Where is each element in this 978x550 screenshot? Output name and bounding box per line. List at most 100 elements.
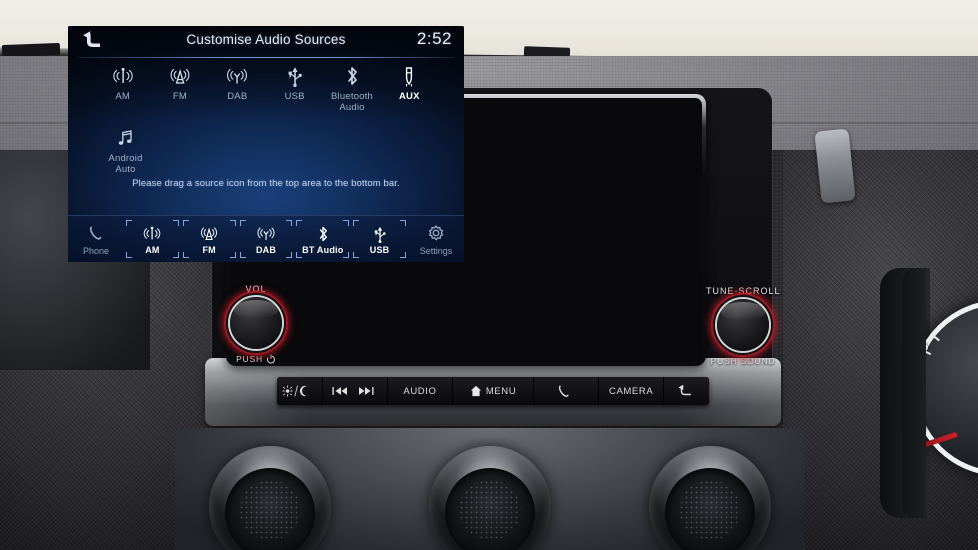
bottom-bar-slot-usb[interactable]: USB bbox=[352, 220, 407, 258]
source-tile-am[interactable]: AM bbox=[94, 64, 151, 102]
corner-bracket bbox=[286, 220, 293, 226]
corner-bracket bbox=[239, 220, 246, 226]
bottom-bar-slot-am[interactable]: AM bbox=[125, 220, 180, 258]
corner-bracket bbox=[343, 220, 350, 226]
back-button[interactable] bbox=[664, 377, 709, 405]
audio-button[interactable]: AUDIO bbox=[387, 377, 453, 405]
bottom-bar-label: Settings bbox=[419, 245, 453, 256]
air-vent-left[interactable] bbox=[209, 446, 331, 550]
corner-bracket bbox=[126, 220, 132, 226]
dashboard-photo: 6 7 8 Customise Audio Sources 2:52 bbox=[0, 0, 978, 550]
source-label: Android Auto bbox=[108, 153, 143, 175]
drag-hint-text: Please drag a source icon from the top a… bbox=[132, 178, 400, 189]
bottom-bar-label: DAB bbox=[255, 244, 277, 255]
vent-mesh bbox=[239, 480, 301, 540]
track-prev-next-icon bbox=[332, 387, 374, 395]
infotainment-screen[interactable]: Customise Audio Sources 2:52 AM FM DAB U… bbox=[68, 26, 464, 262]
page-title: Customise Audio Sources bbox=[186, 32, 346, 47]
source-tile-android-auto[interactable]: Android Auto bbox=[94, 126, 157, 175]
bottom-bar-slot-bt-audio[interactable]: BT Audio bbox=[295, 220, 350, 258]
menu-button[interactable]: MENU bbox=[452, 377, 535, 405]
corner-bracket bbox=[353, 252, 360, 258]
header-divider bbox=[77, 57, 455, 58]
corner-bracket bbox=[239, 252, 246, 258]
corner-bracket bbox=[182, 252, 189, 258]
tune-scroll-knob-label: TUNE·SCROLL bbox=[706, 286, 781, 296]
source-tile-fm[interactable]: FM bbox=[151, 64, 208, 102]
home-icon bbox=[470, 385, 481, 397]
wiper-arm-left bbox=[1, 42, 61, 58]
am-radio-icon bbox=[142, 224, 162, 244]
corner-bracket bbox=[182, 220, 189, 226]
source-grid-row-1: AM FM DAB USB Bluetooth Audio AUX bbox=[94, 64, 438, 113]
music-note-icon bbox=[116, 126, 136, 150]
tacho-tick bbox=[930, 333, 940, 342]
phone-handset-icon bbox=[558, 385, 569, 397]
bottom-bar-label: FM bbox=[202, 244, 216, 255]
gear-icon bbox=[427, 223, 445, 244]
bottom-bar-phone-button[interactable]: Phone bbox=[68, 216, 124, 262]
usb-icon bbox=[372, 224, 388, 244]
vent-mesh bbox=[459, 480, 521, 540]
source-tile-usb[interactable]: USB bbox=[266, 64, 323, 102]
bottom-bar-settings-button[interactable]: Settings bbox=[408, 216, 464, 262]
corner-bracket bbox=[172, 220, 179, 226]
bottom-bar-label: USB bbox=[369, 244, 390, 255]
vent-mesh bbox=[679, 480, 741, 540]
bluetooth-icon bbox=[315, 224, 331, 244]
corner-bracket bbox=[229, 220, 236, 226]
phone-button[interactable] bbox=[534, 377, 600, 405]
push-text: PUSH bbox=[236, 354, 263, 364]
air-vent-center[interactable] bbox=[429, 446, 551, 550]
bluetooth-icon bbox=[343, 64, 361, 88]
bottom-bar-label: AM bbox=[145, 244, 160, 255]
bottom-bar-slot-dab[interactable]: DAB bbox=[239, 220, 294, 258]
dab-radio-icon bbox=[256, 224, 276, 244]
corner-bracket bbox=[399, 252, 406, 258]
hardware-button-label: AUDIO bbox=[403, 385, 437, 397]
cluster-edge-mask bbox=[902, 268, 926, 518]
fm-radio-icon bbox=[199, 224, 219, 244]
corner-bracket bbox=[286, 252, 293, 258]
corner-bracket bbox=[343, 252, 350, 258]
source-label: USB bbox=[284, 91, 305, 102]
aux-jack-icon bbox=[400, 64, 418, 88]
source-tile-aux[interactable]: AUX bbox=[381, 64, 438, 102]
dab-radio-icon bbox=[226, 64, 248, 88]
corner-bracket bbox=[172, 252, 179, 258]
air-vent-right[interactable] bbox=[649, 446, 771, 550]
source-label: Bluetooth Audio bbox=[331, 91, 373, 113]
hardware-button-row: AUDIO MENU CAMERA bbox=[277, 377, 709, 405]
source-grid: AM FM DAB USB Bluetooth Audio AUX Androi… bbox=[68, 64, 464, 175]
source-bottom-bar: Phone AM FM DAB BT Audio USB Settings bbox=[68, 215, 464, 262]
bottom-bar-label: Phone bbox=[82, 245, 110, 256]
power-icon bbox=[266, 354, 275, 364]
usb-icon bbox=[286, 64, 304, 88]
tune-scroll-push-label: PUSH SOUND bbox=[710, 356, 776, 366]
hardware-button-label: CAMERA bbox=[609, 385, 654, 397]
bottom-bar-slot-fm[interactable]: FM bbox=[182, 220, 237, 258]
back-arrow-icon bbox=[678, 384, 691, 396]
source-label: DAB bbox=[227, 91, 248, 102]
source-tile-bluetooth-audio[interactable]: Bluetooth Audio bbox=[323, 64, 380, 113]
tune-scroll-knob[interactable] bbox=[711, 293, 775, 357]
corner-bracket bbox=[296, 252, 303, 258]
corner-bracket bbox=[126, 252, 132, 258]
volume-knob[interactable] bbox=[224, 291, 288, 355]
camera-button[interactable]: CAMERA bbox=[599, 377, 665, 405]
brightness-button[interactable] bbox=[277, 377, 323, 405]
knob-accent-ring bbox=[711, 293, 775, 357]
tune-scroll-knob-group: TUNE·SCROLL PUSH SOUND bbox=[706, 286, 780, 366]
screen-header: Customise Audio Sources 2:52 bbox=[68, 26, 464, 56]
bottom-bar-slots: AM FM DAB BT Audio USB bbox=[124, 216, 408, 262]
source-label: AUX bbox=[398, 91, 420, 102]
hardware-button-label: MENU bbox=[485, 385, 517, 397]
track-skip-button[interactable] bbox=[322, 377, 388, 405]
volume-knob-group: VOL PUSH bbox=[219, 284, 293, 364]
corner-bracket bbox=[296, 220, 303, 226]
air-vent-panel bbox=[175, 428, 805, 550]
source-grid-row-2: Android Auto bbox=[94, 126, 438, 175]
phone-handset-icon bbox=[87, 223, 105, 244]
source-tile-dab[interactable]: DAB bbox=[209, 64, 266, 102]
bottom-bar-label: BT Audio bbox=[302, 244, 344, 255]
